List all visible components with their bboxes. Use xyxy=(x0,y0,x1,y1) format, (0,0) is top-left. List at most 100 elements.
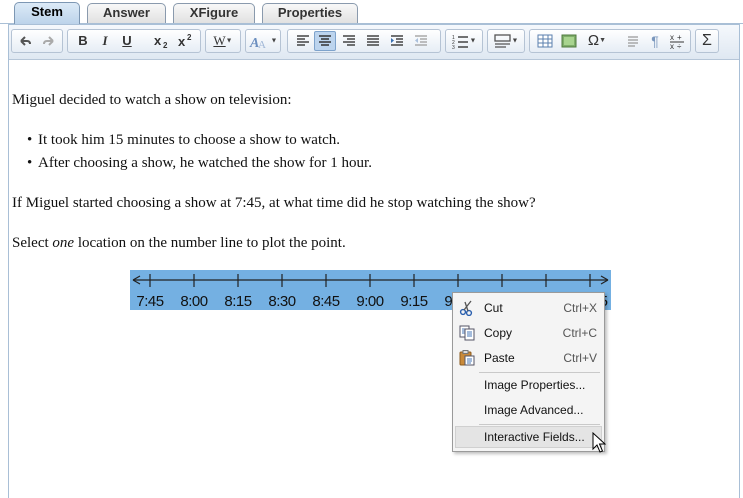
font-color-button[interactable]: W▼ xyxy=(208,31,238,51)
list-group: 1 2 3 ▼ xyxy=(445,29,483,53)
superscript-button[interactable]: x2 xyxy=(174,31,198,51)
svg-text:A: A xyxy=(258,39,266,51)
italic-button[interactable]: I xyxy=(94,31,116,51)
subscript-icon: x2 xyxy=(154,33,168,50)
pilcrow-icon: ¶ xyxy=(651,33,659,49)
block-format-button[interactable]: ▼ xyxy=(490,31,522,51)
editor-toolbar: B I U x2 x2 W▼ A A ▼ 1 2 3 ▼ ▼ Ω▼ ¶ x + … xyxy=(9,25,739,60)
numbered-list-icon: 123 xyxy=(452,35,468,51)
insert-table-button[interactable] xyxy=(534,31,556,51)
math-fraction-button[interactable]: x + x ÷ xyxy=(666,31,688,51)
question-paragraph: If Miguel started choosing a show at 7:4… xyxy=(12,195,536,211)
menu-separator xyxy=(479,424,600,425)
bullet-item: It took him 15 minutes to choose a show … xyxy=(27,132,340,149)
svg-text:x: x xyxy=(670,42,674,51)
underline-button[interactable]: U xyxy=(116,31,138,51)
omega-icon: Ω xyxy=(587,32,600,49)
font-style-icon: AA xyxy=(249,36,266,51)
align-right-icon xyxy=(343,35,355,46)
menu-item-paste[interactable]: Paste Ctrl+V xyxy=(455,347,602,369)
list-button[interactable]: 1 2 3 ▼ xyxy=(448,31,480,51)
show-blocks-button[interactable]: ¶ xyxy=(644,31,666,51)
indent-icon xyxy=(391,35,403,46)
instruction-text: Select xyxy=(12,235,53,251)
menu-item-label: Copy xyxy=(484,326,513,340)
redo-button[interactable] xyxy=(38,31,60,51)
bullet-item: After choosing a show, he watched the sh… xyxy=(27,155,372,172)
mouse-pointer-icon xyxy=(592,432,606,453)
menu-item-copy[interactable]: Copy Ctrl+C xyxy=(455,322,602,344)
font-color-group: W▼ xyxy=(205,29,241,53)
number-line-label: 9:15 xyxy=(400,293,428,310)
svg-text:x: x xyxy=(178,34,186,49)
menu-item-interactive-fields[interactable]: Interactive Fields... xyxy=(455,426,602,448)
menu-item-label: Image Properties... xyxy=(484,378,586,392)
outdent-icon xyxy=(415,35,427,46)
text-style-button[interactable]: A A ▼ xyxy=(248,31,278,51)
intro-paragraph: Miguel decided to watch a show on televi… xyxy=(12,92,292,108)
bold-button[interactable]: B xyxy=(72,31,94,51)
style-group: A A ▼ xyxy=(245,29,281,53)
number-line-label: 8:30 xyxy=(268,293,296,310)
menu-item-shortcut: Ctrl+C xyxy=(562,326,597,340)
equation-button[interactable]: Σ xyxy=(697,31,717,51)
sigma-icon: Σ xyxy=(702,32,712,49)
redo-icon xyxy=(43,36,54,46)
fraction-icon: x +x ÷ xyxy=(670,33,684,51)
indent-button[interactable] xyxy=(386,31,408,51)
instruction-text: location on the number line to plot the … xyxy=(74,235,346,251)
undo-button[interactable] xyxy=(14,31,36,51)
tab-answer[interactable]: Answer xyxy=(87,3,166,23)
menu-item-image-advanced[interactable]: Image Advanced... xyxy=(455,399,602,421)
svg-text:3: 3 xyxy=(452,45,455,51)
menu-item-label: Paste xyxy=(484,351,515,365)
menu-item-label: Interactive Fields... xyxy=(484,430,585,444)
chevron-down-icon: ▼ xyxy=(270,37,278,45)
tab-properties[interactable]: Properties xyxy=(262,3,358,23)
menu-item-cut[interactable]: Cut Ctrl+X xyxy=(455,297,602,319)
table-icon xyxy=(537,34,553,48)
outdent-button[interactable] xyxy=(410,31,432,51)
number-line-label: 9:00 xyxy=(356,293,384,310)
menu-separator xyxy=(479,372,600,373)
image-icon xyxy=(561,34,577,48)
equation-group: Σ xyxy=(695,29,719,53)
subscript-button[interactable]: x2 xyxy=(150,31,174,51)
svg-text:2: 2 xyxy=(187,33,192,42)
align-left-button[interactable] xyxy=(292,31,314,51)
menu-item-label: Image Advanced... xyxy=(484,403,584,417)
insert-image-button[interactable] xyxy=(558,31,580,51)
context-menu: Cut Ctrl+X Copy Ctrl+C Paste Ctrl+V Imag… xyxy=(452,292,605,452)
number-line-label: 7:45 xyxy=(136,293,164,310)
tab-xfigure[interactable]: XFigure xyxy=(173,3,255,23)
tab-bar: Stem Answer XFigure Properties xyxy=(0,0,743,24)
undo-icon xyxy=(20,36,31,46)
number-line-label: 8:45 xyxy=(312,293,340,310)
paste-icon xyxy=(459,350,475,366)
align-justify-icon xyxy=(367,35,379,46)
insert-group: Ω▼ ¶ x + x ÷ xyxy=(529,29,691,53)
tab-stem[interactable]: Stem xyxy=(14,2,80,24)
lines-icon xyxy=(628,36,638,47)
chevron-down-icon: ▼ xyxy=(599,37,607,45)
chevron-down-icon: ▼ xyxy=(469,37,477,45)
block-format-icon xyxy=(493,33,511,48)
align-center-button[interactable] xyxy=(314,31,336,51)
instruction-paragraph: Select one location on the number line t… xyxy=(12,235,346,252)
format-group: B I U x2 x2 xyxy=(67,29,201,53)
alignment-group xyxy=(287,29,441,53)
menu-item-shortcut: Ctrl+V xyxy=(563,351,597,365)
menu-item-label: Cut xyxy=(484,301,503,315)
special-char-button[interactable]: Ω▼ xyxy=(582,31,612,51)
align-left-icon xyxy=(297,35,309,46)
menu-item-shortcut: Ctrl+X xyxy=(563,301,597,315)
chevron-down-icon: ▼ xyxy=(511,37,519,45)
paragraph-format-button[interactable] xyxy=(622,31,644,51)
align-right-button[interactable] xyxy=(338,31,360,51)
svg-text:2: 2 xyxy=(163,41,168,50)
align-justify-button[interactable] xyxy=(362,31,384,51)
scissors-icon xyxy=(459,300,473,316)
menu-item-image-properties[interactable]: Image Properties... xyxy=(455,374,602,396)
superscript-icon: x2 xyxy=(178,33,192,49)
block-group: ▼ xyxy=(487,29,525,53)
